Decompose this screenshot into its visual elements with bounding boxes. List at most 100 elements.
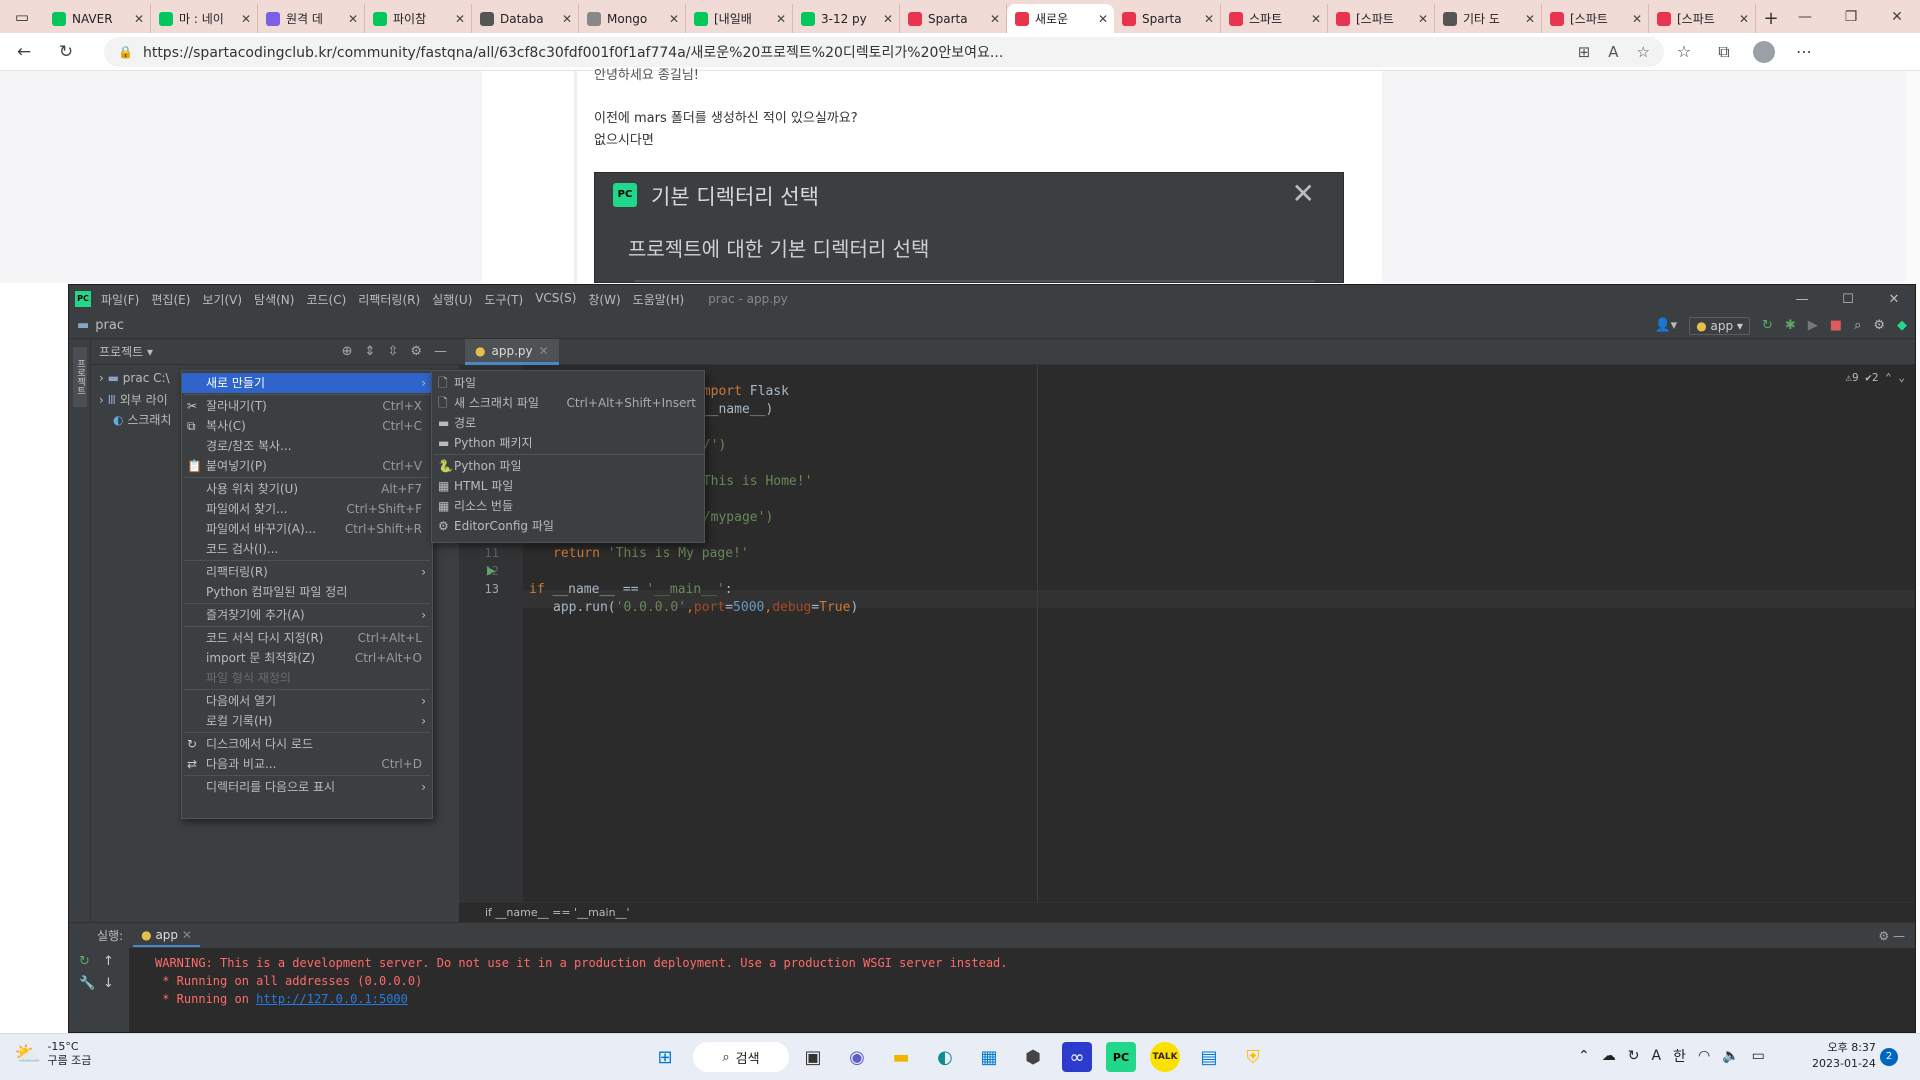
onedrive-icon[interactable]: ☁: [1602, 1048, 1616, 1064]
minimize-icon[interactable]: —: [1782, 0, 1828, 33]
submenu-item[interactable]: 🐍 Python 파일: [432, 456, 704, 476]
context-menu-item[interactable]: 경로/참조 복사...: [182, 436, 432, 456]
browser-tab[interactable]: Mongo ✕: [579, 4, 686, 33]
project-view-selector[interactable]: 프로젝트 ▾: [99, 343, 153, 360]
ide-menu-item[interactable]: VCS(S): [535, 291, 576, 308]
ide-menu-item[interactable]: 코드(C): [306, 291, 346, 308]
user-icon[interactable]: 👤▾: [1654, 318, 1677, 333]
tab-actions-icon[interactable]: ▭: [0, 0, 44, 33]
restore-icon[interactable]: ❐: [1828, 0, 1874, 33]
visual-studio-icon[interactable]: ∞: [1062, 1042, 1092, 1072]
browser-tab[interactable]: 새로운 ✕: [1007, 4, 1114, 33]
browser-tab[interactable]: [스파트 ✕: [1328, 4, 1435, 33]
gear-icon[interactable]: ⚙: [410, 344, 422, 359]
close-icon[interactable]: ✕: [1871, 292, 1915, 307]
close-tab-icon[interactable]: ✕: [539, 344, 549, 358]
sync-icon[interactable]: ↻: [1628, 1048, 1640, 1064]
ide-menu-item[interactable]: 실행(U): [432, 291, 472, 308]
context-menu-item[interactable]: 사용 위치 찾기(U) Alt+F7: [182, 479, 432, 499]
context-menu-item[interactable]: 파일에서 바꾸기(A)... Ctrl+Shift+R: [182, 519, 432, 539]
context-menu-item[interactable]: 디렉터리를 다음으로 표시 ›: [182, 777, 432, 797]
url-bar[interactable]: 🔒 https://spartacodingclub.kr/community/…: [104, 36, 1664, 67]
collapse-all-icon[interactable]: ⇳: [387, 344, 398, 359]
close-tab-icon[interactable]: ✕: [182, 928, 192, 942]
read-aloud-icon[interactable]: A: [1608, 43, 1618, 61]
ide-menu-item[interactable]: 보기(V): [202, 291, 242, 308]
security-shield-icon[interactable]: ⛨: [1238, 1042, 1268, 1072]
browser-tab[interactable]: 파이참 ✕: [365, 4, 472, 33]
browser-tab[interactable]: 기타 도 ✕: [1435, 4, 1542, 33]
context-menu-item[interactable]: 📋 붙여넣기(P) Ctrl+V: [182, 456, 432, 476]
close-tab-icon[interactable]: ✕: [883, 12, 893, 26]
close-tab-icon[interactable]: ✕: [776, 12, 786, 26]
run-console[interactable]: WARNING: This is a development server. D…: [129, 948, 1915, 1032]
collections-icon[interactable]: ⧉: [1704, 42, 1744, 62]
volume-icon[interactable]: 🔈: [1722, 1048, 1739, 1064]
browser-tab[interactable]: 스파트 ✕: [1221, 4, 1328, 33]
profile-avatar[interactable]: [1744, 40, 1784, 63]
back-icon[interactable]: ←: [6, 36, 42, 68]
run-tab-app[interactable]: ● app ✕: [133, 925, 200, 947]
close-tab-icon[interactable]: ✕: [134, 12, 144, 26]
context-menu-item[interactable]: ⇄ 다음과 비교... Ctrl+D: [182, 754, 432, 774]
ide-menu-item[interactable]: 파일(F): [101, 291, 139, 308]
browser-tab[interactable]: 원격 데 ✕: [258, 4, 365, 33]
context-menu-item[interactable]: 코드 검사(I)...: [182, 539, 432, 559]
favorite-star-icon[interactable]: ☆: [1637, 43, 1650, 61]
hide-icon[interactable]: —: [434, 344, 447, 359]
context-menu-item[interactable]: 즐겨찾기에 추가(A) ›: [182, 605, 432, 625]
scroll-down-icon[interactable]: ↓: [103, 976, 114, 991]
project-tool-window-tab[interactable]: 프로젝트: [73, 347, 87, 407]
wrench-icon[interactable]: 🔧: [79, 976, 95, 991]
submenu-item[interactable]: ▦ HTML 파일: [432, 476, 704, 496]
close-tab-icon[interactable]: ✕: [1311, 12, 1321, 26]
submenu-item[interactable]: ▬ Python 패키지: [432, 433, 704, 453]
ide-menu-item[interactable]: 리팩터링(R): [358, 291, 420, 308]
context-menu-item[interactable]: import 문 최적화(Z) Ctrl+Alt+O: [182, 648, 432, 668]
expand-all-icon[interactable]: ⇕: [365, 344, 376, 359]
battery-icon[interactable]: ▭: [1752, 1048, 1765, 1064]
tree-node-external-libs[interactable]: › Ⅲ 외부 라이: [99, 391, 168, 408]
close-tab-icon[interactable]: ✕: [669, 12, 679, 26]
minimize-icon[interactable]: —: [1779, 292, 1825, 307]
context-menu-item[interactable]: 새로 만들기 ›: [182, 373, 432, 393]
browser-tab[interactable]: [내일배 ✕: [686, 4, 793, 33]
code-editor[interactable]: import Flask (__name__) '/') 'This is Ho…: [523, 365, 1915, 902]
clock[interactable]: 오후 8:37 2023-01-24: [1812, 1040, 1876, 1072]
taskbar-search[interactable]: ⌕ 검색: [693, 1042, 789, 1072]
context-menu-item[interactable]: ↻ 디스크에서 다시 로드: [182, 734, 432, 754]
maximize-icon[interactable]: ☐: [1825, 292, 1871, 307]
weather-widget[interactable]: ⛅ -15°C 구름 조금: [14, 1040, 91, 1068]
update-icon[interactable]: ◆: [1897, 318, 1907, 333]
submenu-item[interactable]: 🗋 파일: [432, 373, 704, 393]
nav-folder[interactable]: prac: [95, 318, 124, 333]
start-icon[interactable]: ⊞: [650, 1042, 680, 1072]
rerun-icon[interactable]: ↻: [79, 954, 90, 969]
hide-icon[interactable]: —: [1893, 929, 1905, 943]
chat-icon[interactable]: ◉: [842, 1042, 872, 1072]
submenu-item[interactable]: 🗋 새 스크래치 파일 Ctrl+Alt+Shift+Insert: [432, 393, 704, 413]
context-menu-item[interactable]: Python 컴파일된 파일 정리: [182, 582, 432, 602]
refresh-icon[interactable]: ↻: [48, 36, 84, 68]
browser-tab[interactable]: [스파트 ✕: [1542, 4, 1649, 33]
close-icon[interactable]: ✕: [1874, 0, 1920, 33]
ime-indicator[interactable]: 한: [1673, 1046, 1686, 1066]
notification-badge[interactable]: 2: [1880, 1048, 1898, 1066]
more-icon[interactable]: ⋯: [1784, 42, 1824, 61]
rerun-icon[interactable]: ↻: [1762, 318, 1773, 333]
edge-icon[interactable]: ◐: [930, 1042, 960, 1072]
run-gutter-icon[interactable]: ▶: [487, 564, 495, 577]
ide-menu-item[interactable]: 창(W): [588, 291, 620, 308]
app-icon[interactable]: ⬢: [1018, 1042, 1048, 1072]
context-menu-item[interactable]: 코드 서식 다시 지정(R) Ctrl+Alt+L: [182, 628, 432, 648]
lock-icon[interactable]: 🔒: [118, 45, 133, 59]
close-tab-icon[interactable]: ✕: [241, 12, 251, 26]
wifi-icon[interactable]: ◠: [1698, 1048, 1710, 1064]
close-tab-icon[interactable]: ✕: [348, 12, 358, 26]
settings-icon[interactable]: ⚙: [1873, 318, 1885, 333]
context-menu-item[interactable]: 파일에서 찾기... Ctrl+Shift+F: [182, 499, 432, 519]
chevron-up-icon[interactable]: ⌃: [1578, 1048, 1590, 1064]
close-tab-icon[interactable]: ✕: [1739, 12, 1749, 26]
submenu-item[interactable]: ⚙ EditorConfig 파일: [432, 516, 704, 536]
font-icon[interactable]: A: [1651, 1048, 1661, 1064]
